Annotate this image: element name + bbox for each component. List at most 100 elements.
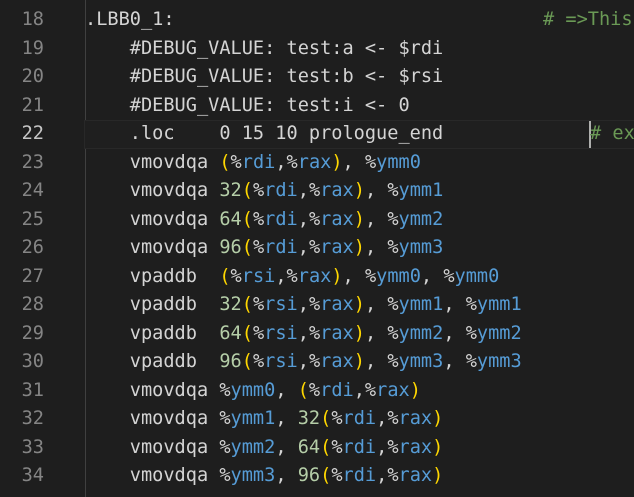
code-token: ) <box>353 294 365 315</box>
code-token: , <box>297 351 309 372</box>
code-token: , <box>275 379 298 401</box>
code-token: vpaddb <box>85 265 220 287</box>
code-token: ) <box>331 265 343 287</box>
code-token: 32 <box>297 408 321 429</box>
code-text: vmovdqa %ymm2, 64(%rdi,%rax) <box>85 434 444 463</box>
code-line-22[interactable]: 22 .loc 0 15 10 prologue_end # ex <box>0 120 634 149</box>
code-text: vmovdqa %ymm1, 32(%rdi,%rax) <box>85 405 444 434</box>
code-token: rax <box>398 465 433 486</box>
code-token: rsi <box>241 265 276 287</box>
code-token: , <box>353 379 365 401</box>
code-text: #DEBUG_VALUE: test:i <- 0 <box>85 92 410 121</box>
code-token: vpaddb <box>85 294 220 315</box>
code-token: % <box>252 208 265 230</box>
code-token: % <box>387 180 399 201</box>
code-token: % <box>364 265 377 287</box>
code-token: % <box>252 322 265 344</box>
code-token: % <box>331 408 343 429</box>
code-text: #DEBUG_VALUE: test:a <- $rdi <box>85 35 443 64</box>
line-number: 32 <box>21 408 44 429</box>
code-token: % <box>387 465 399 486</box>
code-editor[interactable]: 18 .LBB0_1: # =>This 19 #DEBUG_VALUE: test:… <box>0 0 634 497</box>
code-token: % <box>308 351 321 372</box>
code-token: rdi <box>241 151 276 173</box>
code-token: 32 <box>219 180 242 201</box>
code-token: rdi <box>342 408 377 429</box>
code-line-27[interactable]: 27 vpaddb (%rsi,%rax), %ymm0, %ymm0 <box>0 263 634 292</box>
code-token: % <box>308 208 321 230</box>
code-token: ) <box>353 322 365 344</box>
code-token: rax <box>320 208 354 230</box>
code-token: % <box>252 351 265 372</box>
code-token: , <box>376 436 388 458</box>
code-token: ymm2 <box>398 208 444 230</box>
code-token: , <box>364 351 388 372</box>
code-token: % <box>465 351 477 372</box>
line-number: 30 <box>21 351 44 372</box>
code-token: , <box>275 436 298 458</box>
code-line-28[interactable]: 28 vpaddb 32(%rsi,%rax), %ymm1, %ymm1 <box>0 291 634 320</box>
code-token: , <box>297 237 309 258</box>
code-token: vmovdqa <box>85 379 220 401</box>
code-token: , <box>275 408 298 429</box>
code-line-31[interactable]: 31 vmovdqa %ymm0, (%rdi,%rax) <box>0 377 634 406</box>
code-token: ) <box>353 208 365 230</box>
code-token: rdi <box>264 208 298 230</box>
code-token: rsi <box>264 294 298 315</box>
code-text: vmovdqa %ymm3, 96(%rdi,%rax) <box>85 462 444 491</box>
code-token: ymm3 <box>398 237 444 258</box>
code-token: ymm3 <box>398 351 444 372</box>
code-token: % <box>465 322 477 344</box>
code-token: % <box>387 208 399 230</box>
code-text: vmovdqa %ymm0, (%rdi,%rax) <box>85 377 421 406</box>
code-line-25[interactable]: 25 vmovdqa 64(%rdi,%rax), %ymm2 <box>0 206 634 235</box>
code-line-33[interactable]: 33 vmovdqa %ymm2, 64(%rdi,%rax) <box>0 434 634 463</box>
code-token: % <box>252 237 265 258</box>
code-line-18[interactable]: 18 .LBB0_1: # =>This <box>0 6 634 35</box>
code-token: % <box>219 465 231 486</box>
code-token: ymm2 <box>398 322 444 344</box>
code-text: .LBB0_1: <box>85 6 175 35</box>
line-number: 22 <box>21 123 44 144</box>
code-token: rdi <box>264 180 298 201</box>
code-token: , <box>275 151 287 173</box>
code-line-26[interactable]: 26 vmovdqa 96(%rdi,%rax), %ymm3 <box>0 234 634 263</box>
code-line-29[interactable]: 29 vpaddb 64(%rsi,%rax), %ymm2, %ymm2 <box>0 320 634 349</box>
code-token: , <box>297 294 309 315</box>
code-line-20[interactable]: 20 #DEBUG_VALUE: test:b <- $rsi <box>0 63 634 92</box>
code-line-32[interactable]: 32 vmovdqa %ymm1, 32(%rdi,%rax) <box>0 405 634 434</box>
code-text: vmovdqa 96(%rdi,%rax), %ymm3 <box>85 234 444 263</box>
line-number: 33 <box>21 436 44 458</box>
code-text: vpaddb 96(%rsi,%rax), %ymm3, %ymm3 <box>85 348 522 377</box>
code-token: ymm1 <box>398 294 444 315</box>
code-token: ( <box>297 379 309 401</box>
code-token: 32 <box>219 294 242 315</box>
code-token: % <box>308 237 321 258</box>
line-number: 27 <box>21 265 44 287</box>
code-token: % <box>219 408 231 429</box>
code-token: ymm1 <box>476 294 522 315</box>
code-line-19[interactable]: 19 #DEBUG_VALUE: test:a <- $rdi <box>0 35 634 64</box>
code-token: , <box>364 208 388 230</box>
code-token: rsi <box>264 351 298 372</box>
code-token: rax <box>297 151 332 173</box>
code-line-34[interactable]: 34 vmovdqa %ymm3, 96(%rdi,%rax) <box>0 462 634 491</box>
code-token: % <box>286 265 298 287</box>
code-token: vmovdqa <box>85 465 220 486</box>
code-token: % <box>387 351 399 372</box>
code-line-23[interactable]: 23 vmovdqa (%rdi,%rax), %ymm0 <box>0 149 634 178</box>
code-token: vmovdqa <box>85 237 220 258</box>
code-token: ) <box>432 436 444 458</box>
code-token: , <box>342 265 365 287</box>
code-token: ) <box>353 180 365 201</box>
code-token: ymm0 <box>454 265 500 287</box>
code-line-24[interactable]: 24 vmovdqa 32(%rdi,%rax), %ymm1 <box>0 177 634 206</box>
code-token: % <box>219 436 231 458</box>
code-line-30[interactable]: 30 vpaddb 96(%rsi,%rax), %ymm3, %ymm3 <box>0 348 634 377</box>
code-token: .loc 0 15 10 prologue_end <box>85 123 444 144</box>
code-line-21[interactable]: 21 #DEBUG_VALUE: test:i <- 0 <box>0 92 634 121</box>
code-token: #DEBUG_VALUE: test:a <- $rdi <box>85 37 444 59</box>
code-token: ( <box>320 465 332 486</box>
code-token: rdi <box>320 379 354 401</box>
code-token: vpaddb <box>85 322 220 344</box>
